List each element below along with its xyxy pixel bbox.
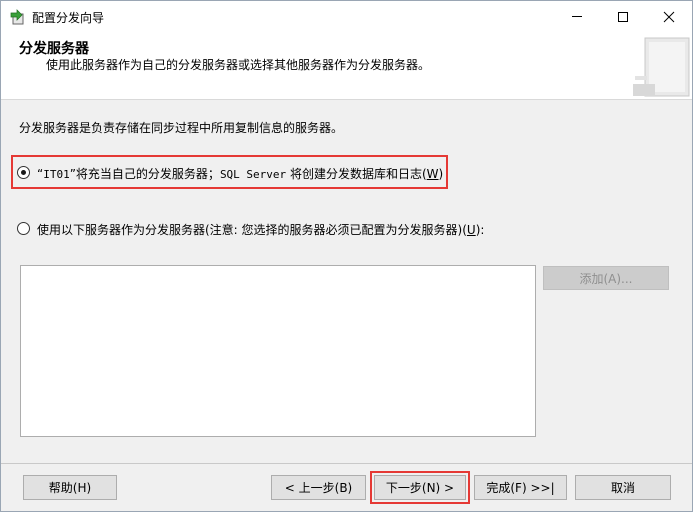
option1-hotkey: W — [426, 167, 439, 181]
title-bar: 配置分发向导 — [1, 1, 692, 32]
option2-text: 使用以下服务器作为分发服务器(注意: 您选择的服务器必须已配置为分发服务器)( — [37, 223, 467, 237]
wizard-window: 配置分发向导 分发服务器 使用此服务器作为自己的分发服务器或选择其他服务器作为分… — [0, 0, 693, 512]
option1-close: ) — [438, 167, 444, 181]
option1-text: ”将充当自己的分发服务器； — [69, 167, 220, 181]
intro-text: 分发服务器是负责存储在同步过程中所用复制信息的服务器。 — [19, 121, 344, 135]
maximize-button[interactable] — [600, 1, 646, 32]
wizard-header: 分发服务器 使用此服务器作为自己的分发服务器或选择其他服务器作为分发服务器。 — [1, 32, 692, 100]
next-button[interactable]: 下一步(N) > — [374, 475, 466, 500]
maximize-icon — [618, 11, 628, 22]
finish-button[interactable]: 完成(F) >>| — [474, 475, 567, 500]
close-button[interactable] — [646, 1, 692, 32]
close-icon — [663, 11, 675, 22]
cancel-button[interactable]: 取消 — [575, 475, 671, 500]
wizard-app-icon — [10, 9, 24, 25]
option2-hotkey: U — [466, 223, 476, 237]
page-description: 使用此服务器作为自己的分发服务器或选择其他服务器作为分发服务器。 — [46, 58, 431, 72]
distributor-server-list[interactable] — [20, 265, 536, 437]
minimize-icon — [572, 16, 582, 17]
use-other-radio-label[interactable]: 使用以下服务器作为分发服务器(注意: 您选择的服务器必须已配置为分发服务器)(U… — [37, 221, 484, 238]
add-server-button[interactable]: 添加(A)... — [543, 266, 669, 290]
option1-tail: 将创建分发数据库和日志( — [286, 167, 427, 181]
footer-divider — [1, 463, 692, 464]
server-illustration-icon — [633, 37, 690, 97]
use-self-radio-label[interactable]: “IT01”将充当自己的分发服务器；SQL Server 将创建分发数据库和日志… — [37, 165, 443, 182]
use-self-radio[interactable] — [17, 166, 30, 179]
use-other-radio[interactable] — [17, 222, 30, 235]
option2-close: ): — [475, 223, 485, 237]
page-title: 分发服务器 — [19, 41, 89, 57]
sql-server-text: SQL Server — [219, 168, 287, 181]
window-title: 配置分发向导 — [32, 11, 105, 25]
minimize-button[interactable] — [554, 1, 600, 32]
server-name: IT01 — [43, 168, 70, 181]
help-button[interactable]: 帮助(H) — [23, 475, 117, 500]
back-button[interactable]: < 上一步(B) — [271, 475, 366, 500]
